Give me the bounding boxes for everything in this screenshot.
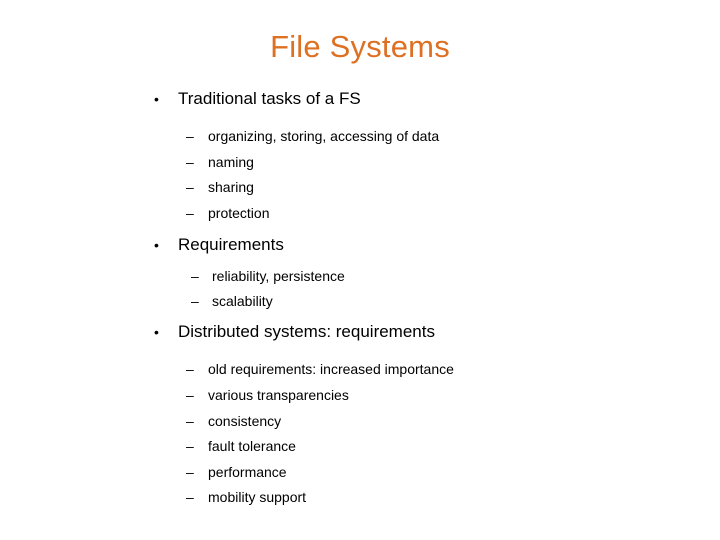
bullet-dot-icon: •	[154, 91, 159, 107]
bullet-heading-2-label: Requirements	[178, 235, 284, 255]
sub-bullet-1-3-label: sharing	[208, 179, 254, 196]
sub-bullet-3-4-label: fault tolerance	[208, 438, 296, 455]
sub-bullet-3-5: – performance	[0, 460, 720, 486]
dash-icon: –	[186, 386, 194, 403]
sub-bullet-1-4-label: protection	[208, 204, 270, 221]
sub-bullet-1-3: – sharing	[0, 175, 720, 201]
sub-bullet-1-1-label: organizing, storing, accessing of data	[208, 128, 440, 144]
content-section-3: • Distributed systems: requirements – ol…	[0, 319, 720, 511]
content-section-2: • Requirements – reliability, persistenc…	[0, 232, 720, 314]
sub-bullet-3-3-label: consistency	[208, 412, 282, 429]
sub-bullet-3-6: – mobility support	[0, 485, 720, 511]
bullet-heading-3: • Distributed systems: requirements	[0, 319, 720, 345]
sub-bullet-3-1-label: old requirements: increased importance	[208, 361, 454, 378]
bullet-heading-1-label: Traditional tasks of a FS	[178, 89, 361, 108]
slide-body: • Traditional tasks of a FS – organizing…	[0, 86, 720, 511]
dash-icon: –	[186, 204, 194, 221]
bullet-heading-1: • Traditional tasks of a FS	[0, 86, 720, 112]
sub-bullet-1-4: – protection	[0, 201, 720, 227]
sub-bullet-1-2: – naming	[0, 150, 720, 176]
sub-bullet-3-1: – old requirements: increased importance	[0, 357, 720, 383]
sub-bullet-2-1: – reliability, persistence	[0, 264, 720, 289]
bullet-dot-icon: •	[154, 237, 159, 254]
sub-bullet-3-4: – fault tolerance	[0, 434, 720, 460]
dash-icon: –	[186, 179, 194, 196]
slide: File Systems • Traditional tasks of a FS…	[0, 0, 720, 540]
dash-icon: –	[191, 293, 199, 310]
sub-bullet-3-3: – consistency	[0, 409, 720, 435]
dash-icon: –	[186, 361, 194, 378]
sub-bullet-1-1: – organizing, storing, accessing of data	[0, 124, 720, 150]
dash-icon: –	[186, 438, 194, 455]
dash-icon: –	[186, 128, 194, 144]
sub-bullet-2-2-label: scalability	[212, 293, 273, 310]
sub-bullet-1-2-label: naming	[208, 153, 254, 170]
dash-icon: –	[191, 268, 199, 285]
bullet-heading-2: • Requirements	[0, 232, 720, 258]
dash-icon: –	[186, 489, 194, 506]
sub-bullet-2-1-label: reliability, persistence	[212, 268, 345, 285]
dash-icon: –	[186, 153, 194, 170]
bullet-dot-icon: •	[154, 324, 159, 341]
dash-icon: –	[186, 412, 194, 429]
slide-title: File Systems	[270, 29, 450, 64]
sub-bullet-2-2: – scalability	[0, 289, 720, 314]
bullet-heading-3-label: Distributed systems: requirements	[178, 322, 435, 342]
sub-bullet-3-5-label: performance	[208, 463, 287, 480]
content-section-1: • Traditional tasks of a FS – organizing…	[0, 86, 720, 226]
sub-bullet-3-2-label: various transparencies	[208, 386, 349, 403]
dash-icon: –	[186, 463, 194, 480]
sub-bullet-3-2: – various transparencies	[0, 383, 720, 409]
sub-bullet-3-6-label: mobility support	[208, 489, 307, 506]
